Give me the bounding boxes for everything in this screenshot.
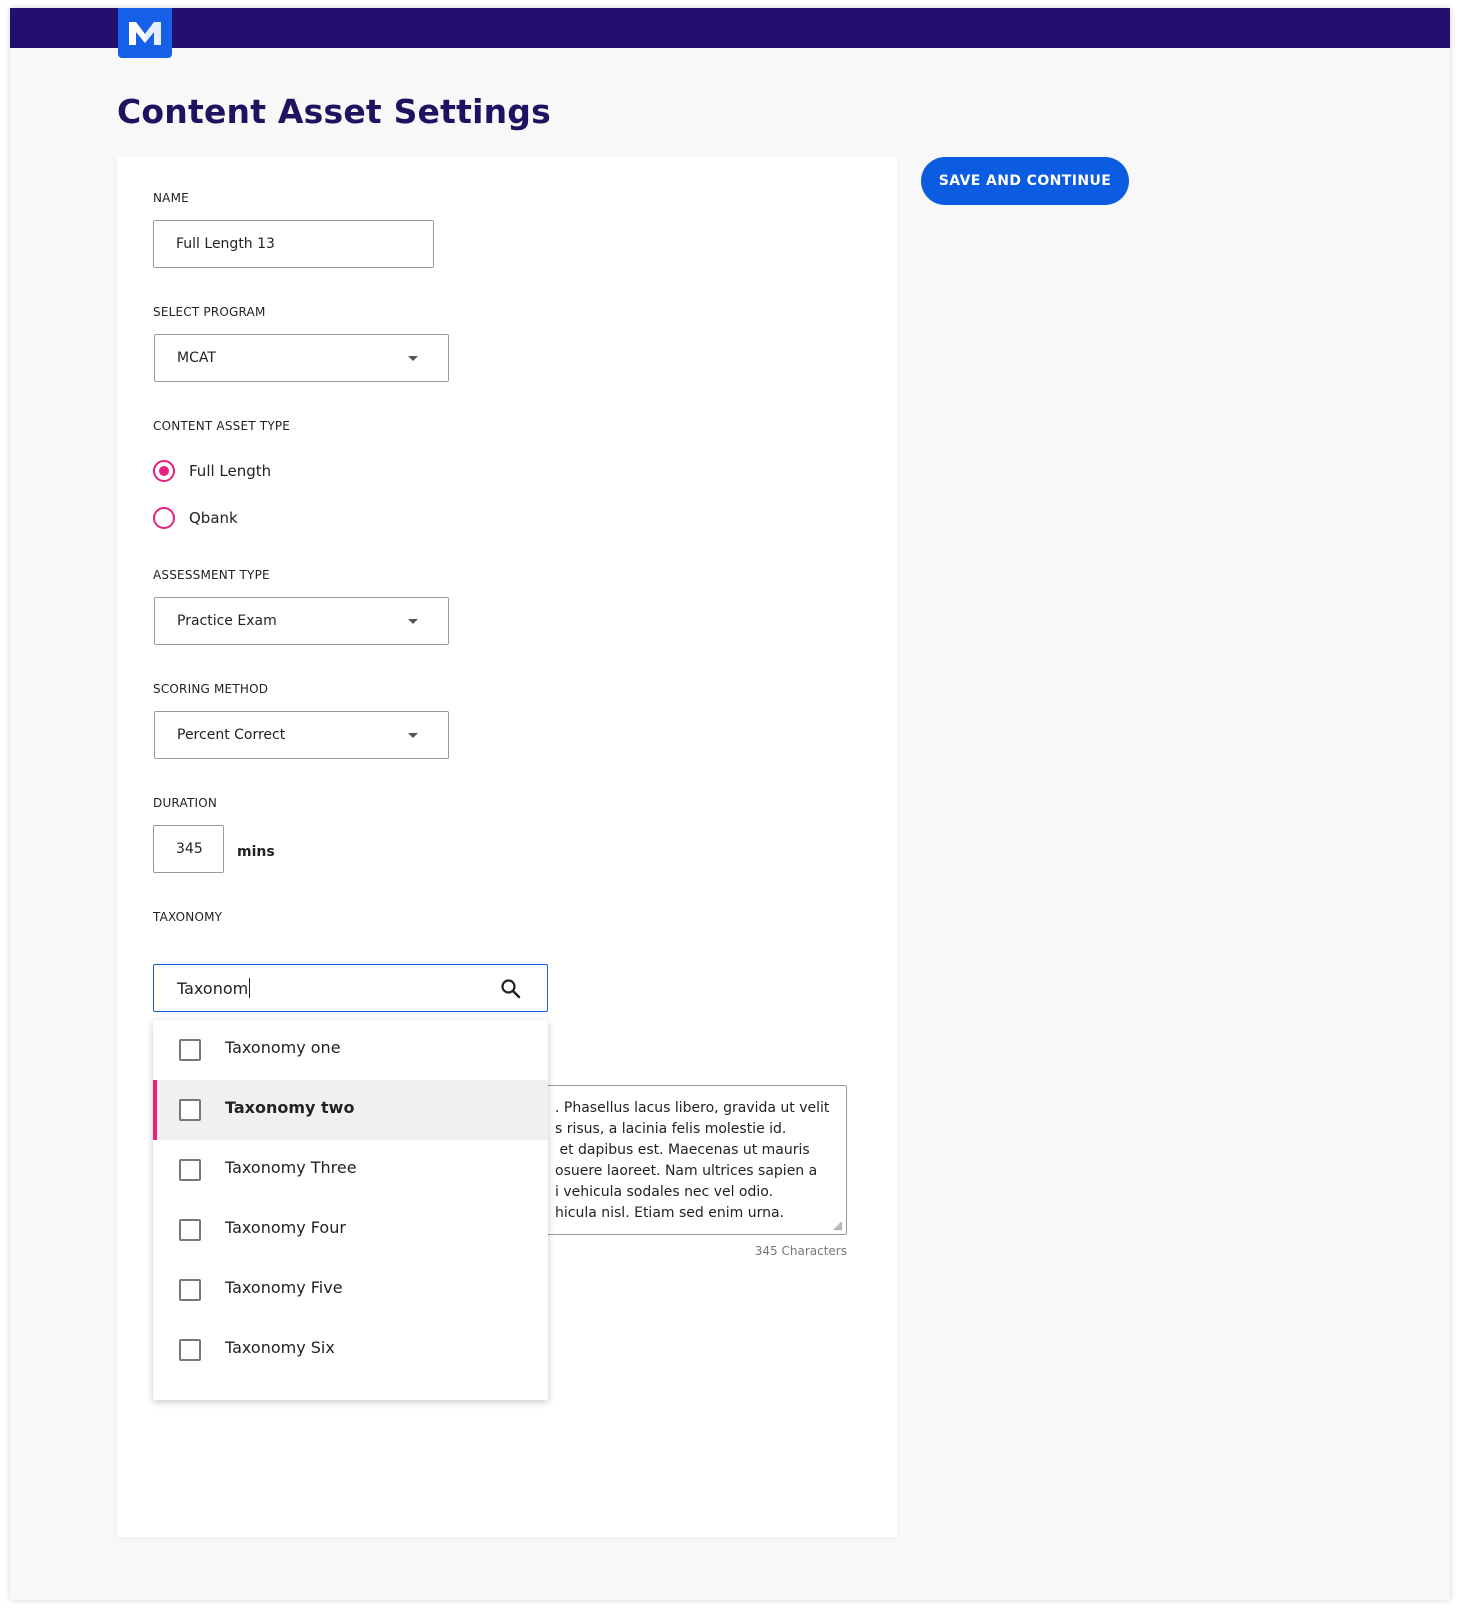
duration-unit: mins (237, 844, 275, 860)
radio-qbank[interactable]: Qbank (153, 507, 238, 529)
taxonomy-option[interactable]: Taxonomy Five (153, 1260, 548, 1320)
scoring-method-select[interactable]: Percent Correct (154, 711, 449, 759)
chevron-down-icon (408, 619, 418, 624)
name-label: NAME (153, 191, 189, 205)
scoring-method-label: SCORING METHOD (153, 682, 269, 696)
taxonomy-option-label: Taxonomy Five (225, 1278, 343, 1297)
app-window: Content Asset Settings SAVE AND CONTINUE… (10, 8, 1450, 1600)
radio-label: Qbank (189, 509, 238, 527)
taxonomy-option-highlighted[interactable]: Taxonomy two (153, 1080, 548, 1140)
save-and-continue-button[interactable]: SAVE AND CONTINUE (921, 157, 1129, 205)
m-logo-icon (129, 22, 161, 45)
checkbox-icon[interactable] (179, 1219, 201, 1241)
checkbox-icon[interactable] (179, 1039, 201, 1061)
page-title: Content Asset Settings (117, 92, 551, 131)
search-icon[interactable] (499, 977, 523, 1001)
taxonomy-option[interactable]: Taxonomy one (153, 1020, 548, 1080)
content-asset-type-label: CONTENT ASSET TYPE (153, 419, 291, 433)
checkbox-icon[interactable] (179, 1099, 201, 1121)
assessment-type-value: Practice Exam (177, 613, 277, 629)
radio-full-length[interactable]: Full Length (153, 460, 271, 482)
character-count: 345 Characters (754, 1244, 847, 1258)
description-text: . Phasellus lacus libero, gravida ut vel… (555, 1100, 830, 1221)
program-value: MCAT (177, 350, 216, 366)
taxonomy-dropdown: Taxonomy one Taxonomy two Taxonomy Three… (153, 1020, 548, 1400)
resize-handle-icon[interactable] (834, 1222, 842, 1230)
radio-label: Full Length (189, 462, 272, 480)
taxonomy-option-label: Taxonomy one (225, 1038, 341, 1057)
taxonomy-label: TAXONOMY (153, 910, 223, 924)
scoring-method-value: Percent Correct (177, 727, 286, 743)
duration-label: DURATION (153, 796, 218, 810)
assessment-type-select[interactable]: Practice Exam (154, 597, 449, 645)
radio-checked-icon[interactable] (153, 460, 175, 482)
name-input[interactable]: Full Length 13 (153, 220, 434, 268)
checkbox-icon[interactable] (179, 1279, 201, 1301)
taxonomy-option-label: Taxonomy two (225, 1098, 355, 1117)
taxonomy-option-label: Taxonomy Three (225, 1158, 357, 1177)
checkbox-icon[interactable] (179, 1339, 201, 1361)
text-cursor (249, 978, 251, 998)
chevron-down-icon (408, 356, 418, 361)
duration-input[interactable]: 345 (153, 825, 224, 873)
duration-value: 345 (176, 841, 203, 857)
taxonomy-option[interactable]: Taxonomy Three (153, 1140, 548, 1200)
taxonomy-option[interactable]: Taxonomy Six (153, 1320, 548, 1380)
assessment-type-label: ASSESSMENT TYPE (153, 568, 270, 582)
taxonomy-search-value: Taxonom (177, 978, 249, 998)
logo[interactable] (118, 8, 172, 58)
top-nav-bar (10, 8, 1450, 48)
name-value: Full Length 13 (176, 236, 275, 252)
taxonomy-search-input[interactable]: Taxonom (153, 964, 548, 1012)
radio-unchecked-icon[interactable] (153, 507, 175, 529)
taxonomy-option[interactable]: Taxonomy Four (153, 1200, 548, 1260)
taxonomy-option-label: Taxonomy Four (225, 1218, 346, 1237)
program-select[interactable]: MCAT (154, 334, 449, 382)
program-label: SELECT PROGRAM (153, 305, 266, 319)
checkbox-icon[interactable] (179, 1159, 201, 1181)
taxonomy-option-label: Taxonomy Six (225, 1338, 335, 1357)
chevron-down-icon (408, 733, 418, 738)
